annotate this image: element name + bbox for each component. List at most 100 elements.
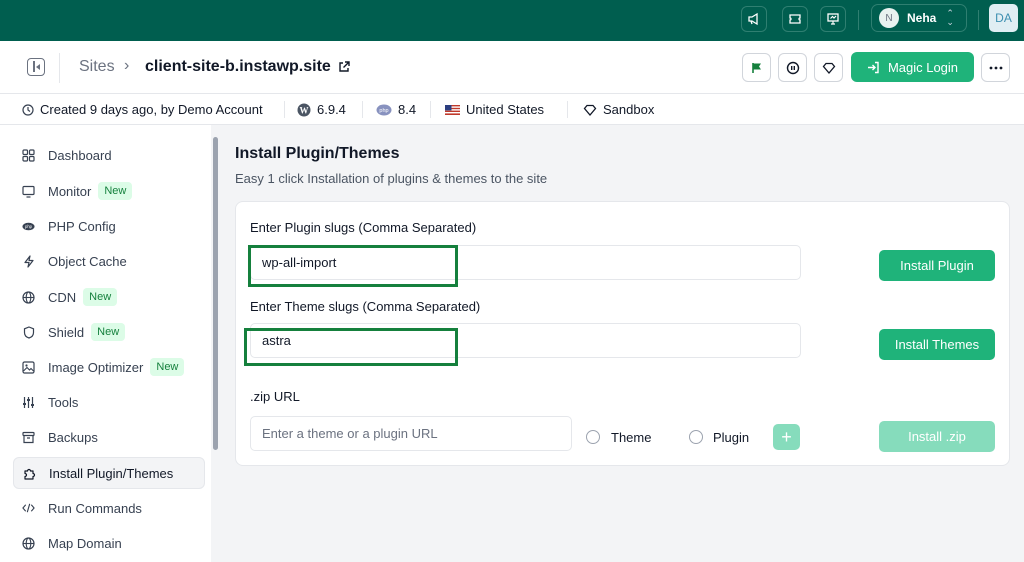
- created-text: Created 9 days ago, by Demo Account: [40, 102, 263, 117]
- more-options-button[interactable]: [981, 53, 1010, 82]
- archive-icon: [22, 431, 35, 444]
- clock-icon: [22, 103, 34, 116]
- page-title: client-site-b.instawp.site: [145, 58, 331, 75]
- magic-login-label: Magic Login: [887, 59, 959, 75]
- install-plugin-button[interactable]: Install Plugin: [879, 250, 995, 281]
- globe-icon: [22, 290, 35, 304]
- sidebar-item-monitor[interactable]: Monitor New: [13, 175, 205, 207]
- new-badge: New: [83, 288, 118, 306]
- topbar-divider: [978, 10, 979, 30]
- user-name: Neha: [907, 11, 937, 25]
- plugin-radio[interactable]: [689, 430, 703, 444]
- add-url-button[interactable]: +: [773, 424, 800, 450]
- us-flag-icon: [445, 104, 460, 115]
- theme-slugs-label: Enter Theme slugs (Comma Separated): [250, 299, 481, 314]
- wp-version-text: 6.9.4: [317, 102, 346, 117]
- breadcrumb-sites[interactable]: Sites: [79, 58, 115, 76]
- user-menu[interactable]: N Neha ⌃ ⌄: [871, 4, 967, 32]
- wordpress-icon: W: [297, 103, 311, 116]
- zip-url-input[interactable]: Enter a theme or a plugin URL: [250, 416, 572, 451]
- sidebar-item-label: Backups: [48, 429, 98, 445]
- sidebar-item-image-optimizer[interactable]: Image Optimizer New: [13, 351, 205, 383]
- php-icon: php: [376, 104, 392, 115]
- sidebar-toggle-icon[interactable]: [27, 58, 45, 76]
- created-info: Created 9 days ago, by Demo Account: [22, 102, 263, 117]
- plan: Sandbox: [583, 102, 654, 117]
- site-header: Sites › client-site-b.instawp.site Magic…: [0, 41, 1024, 94]
- magic-login-button[interactable]: Magic Login: [851, 52, 974, 82]
- new-badge: New: [98, 182, 133, 200]
- shield-icon: [22, 325, 35, 339]
- sidebar-item-label: PHP Config: [48, 218, 116, 234]
- megaphone-icon[interactable]: [741, 6, 767, 32]
- sidebar-item-dashboard[interactable]: Dashboard: [13, 139, 205, 171]
- bolt-icon: [22, 254, 35, 268]
- plan-text: Sandbox: [603, 102, 655, 117]
- external-link-icon[interactable]: [338, 60, 350, 78]
- flag-button[interactable]: [742, 53, 771, 82]
- pause-button[interactable]: [778, 53, 807, 82]
- svg-text:php: php: [25, 224, 33, 229]
- php-icon: php: [22, 220, 35, 233]
- wp-version: W 6.9.4: [297, 102, 346, 117]
- ticket-icon[interactable]: [782, 6, 808, 32]
- header-divider: [59, 53, 60, 83]
- plugin-slugs-label: Enter Plugin slugs (Comma Separated): [250, 220, 477, 235]
- sidebar-item-label: CDN: [48, 289, 77, 305]
- sidebar-item-run-commands[interactable]: Run Commands: [13, 492, 205, 524]
- location: United States: [445, 102, 544, 117]
- sidebar-item-install-plugin-themes[interactable]: Install Plugin/Themes: [13, 457, 205, 489]
- chevron-right-icon: ›: [124, 57, 130, 74]
- new-badge: New: [150, 358, 185, 376]
- sidebar-item-label: Tools: [48, 394, 79, 410]
- globe-icon: [22, 536, 35, 550]
- code-icon: [22, 502, 35, 515]
- sidebar-item-label: Install Plugin/Themes: [49, 465, 174, 481]
- pause-icon: [786, 61, 799, 74]
- avatar: N: [879, 8, 899, 28]
- theme-input-highlight: [244, 328, 458, 366]
- section-title: Install Plugin/Themes: [235, 145, 400, 162]
- diamond-icon: [583, 104, 597, 116]
- plugin-radio-label: Plugin: [713, 430, 750, 445]
- account-avatar[interactable]: DA: [989, 4, 1018, 32]
- sidebar-item-label: Monitor: [48, 183, 92, 199]
- location-text: United States: [466, 102, 545, 117]
- grid-icon: [22, 148, 35, 162]
- topbar-divider: [858, 10, 859, 30]
- sidebar-item-label: Object Cache: [48, 253, 127, 269]
- sidebar-scrollbar[interactable]: [213, 137, 218, 450]
- sidebar-item-label: Run Commands: [48, 500, 142, 516]
- zip-url-label: .zip URL: [250, 389, 300, 404]
- sidebar-item-label: Dashboard: [48, 147, 112, 163]
- sidebar-item-php-config[interactable]: php PHP Config: [13, 210, 205, 242]
- sidebar-item-backups[interactable]: Backups: [13, 421, 205, 453]
- sidebar-item-label: Map Domain: [48, 535, 122, 551]
- theme-radio[interactable]: [586, 430, 600, 444]
- top-bar: N Neha ⌃ ⌄ DA: [0, 0, 1024, 41]
- sidebar-item-label: Shield: [48, 324, 85, 340]
- diamond-button[interactable]: [814, 53, 843, 82]
- svg-text:php: php: [379, 108, 388, 114]
- sidebar-item-map-domain[interactable]: Map Domain: [13, 527, 205, 559]
- site-info-bar: Created 9 days ago, by Demo Account W 6.…: [0, 94, 1024, 125]
- image-icon: [22, 360, 35, 374]
- sliders-icon: [22, 396, 35, 409]
- sidebar: Dashboard Monitor New php PHP Config Obj…: [0, 125, 211, 562]
- login-icon: [867, 61, 879, 73]
- flag-icon: [751, 62, 761, 73]
- sidebar-item-object-cache[interactable]: Object Cache: [13, 245, 205, 277]
- install-zip-button[interactable]: Install .zip: [879, 421, 995, 452]
- puzzle-icon: [23, 467, 36, 480]
- install-themes-button[interactable]: Install Themes: [879, 329, 995, 360]
- sidebar-item-shield[interactable]: Shield New: [13, 316, 205, 348]
- more-icon: [989, 66, 1002, 69]
- presentation-icon[interactable]: [820, 6, 846, 32]
- sidebar-item-tools[interactable]: Tools: [13, 386, 205, 418]
- sidebar-item-cdn[interactable]: CDN New: [13, 281, 205, 313]
- section-subtitle: Easy 1 click Installation of plugins & t…: [235, 171, 548, 186]
- diamond-icon: [822, 62, 835, 74]
- plugin-input-highlight: [248, 245, 458, 287]
- theme-radio-label: Theme: [611, 430, 652, 445]
- php-version-text: 8.4: [398, 102, 417, 117]
